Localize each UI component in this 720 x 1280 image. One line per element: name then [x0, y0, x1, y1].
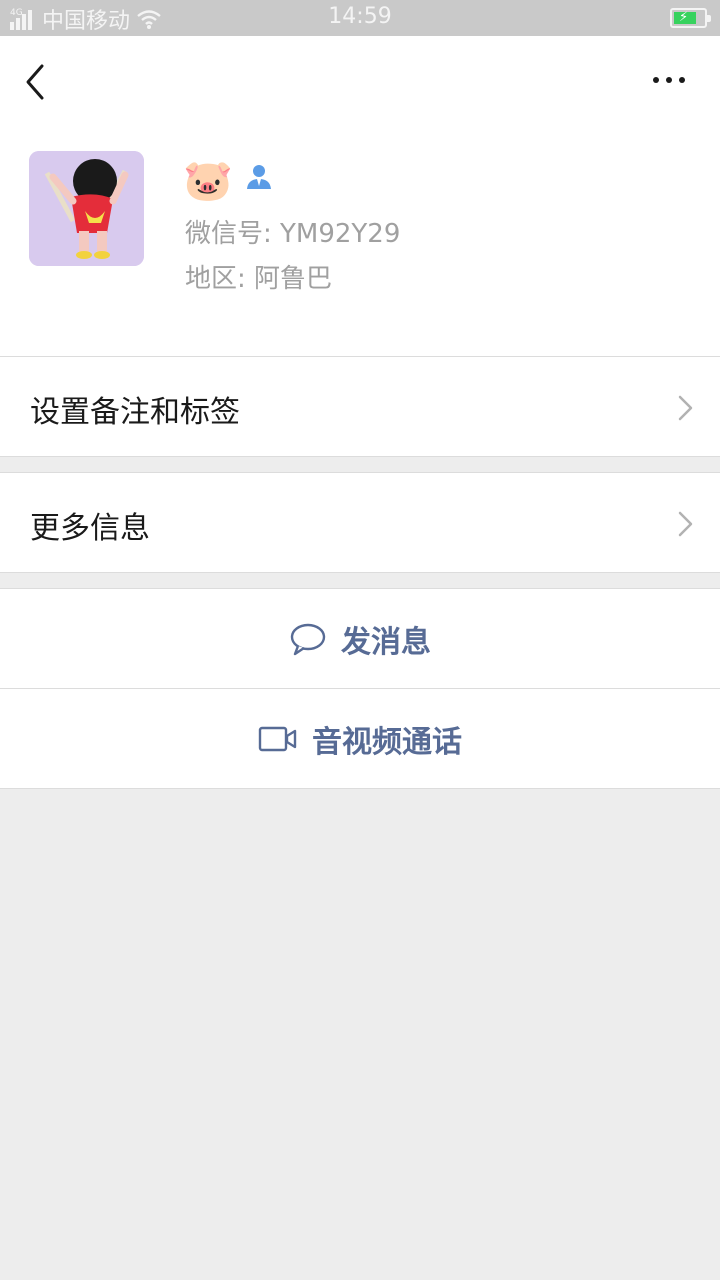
battery-icon: ⚡	[670, 8, 711, 28]
video-camera-icon	[258, 726, 298, 752]
nickname: 🐷	[183, 158, 233, 204]
video-call-button[interactable]: 音视频通话	[0, 688, 720, 789]
wechat-id: 微信号: YM92Y29	[185, 219, 401, 249]
chevron-right-icon	[678, 395, 693, 421]
clock: 14:59	[328, 4, 392, 29]
video-call-label: 音视频通话	[312, 724, 462, 760]
region: 地区: 阿鲁巴	[185, 264, 333, 294]
profile-card: 🐷 微信号: YM92Y29 地区: 阿鲁巴	[0, 36, 720, 356]
chevron-right-icon	[678, 511, 693, 537]
more-info-row[interactable]: 更多信息	[0, 472, 720, 573]
status-bar: 4G 中国移动 14:59 ⚡	[0, 0, 720, 36]
send-message-label: 发消息	[341, 625, 431, 660]
remark-tags-label: 设置备注和标签	[30, 395, 240, 430]
chevron-left-icon[interactable]	[18, 60, 58, 104]
more-dots-icon[interactable]	[645, 62, 693, 98]
chat-bubble-icon	[289, 622, 327, 656]
avatar[interactable]	[29, 151, 144, 266]
remark-tags-row[interactable]: 设置备注和标签	[0, 356, 720, 457]
send-message-button[interactable]: 发消息	[0, 588, 720, 689]
avatar-image	[29, 151, 144, 266]
person-icon	[247, 165, 271, 189]
more-info-label: 更多信息	[30, 511, 150, 546]
